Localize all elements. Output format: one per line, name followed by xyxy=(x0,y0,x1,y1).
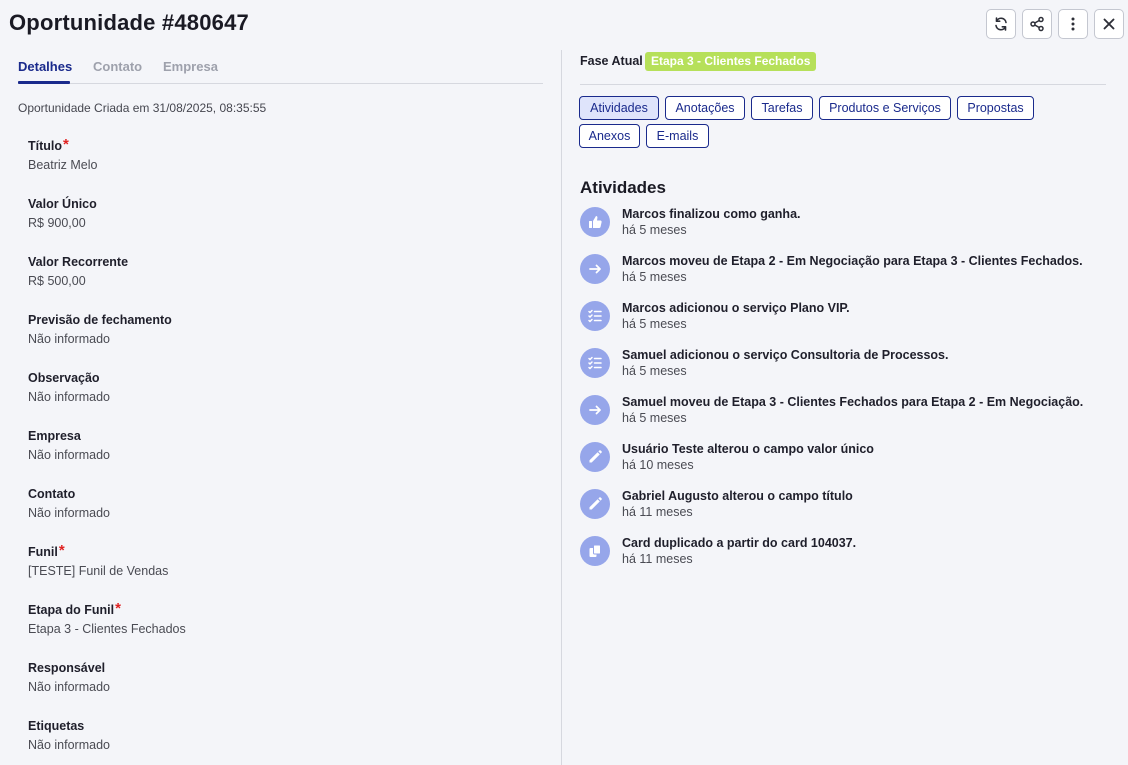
field-empresa: Empresa Não informado xyxy=(28,429,110,462)
required-mark: * xyxy=(58,542,65,559)
tab-propostas[interactable]: Propostas xyxy=(957,96,1034,120)
activity-text: Gabriel Augusto alterou o campo título xyxy=(622,489,853,503)
activity-time: há 5 meses xyxy=(622,223,687,237)
activity-item: Marcos moveu de Etapa 2 - Em Negociação … xyxy=(580,254,1100,290)
required-mark: * xyxy=(115,600,121,617)
field-valor-recorrente: Valor Recorrente R$ 500,00 xyxy=(28,255,128,288)
field-value[interactable]: Etapa 3 - Clientes Fechados xyxy=(28,622,186,636)
phase-divider xyxy=(580,84,1106,85)
activity-text: Marcos finalizou como ganha. xyxy=(622,207,801,221)
header-actions xyxy=(986,9,1124,39)
active-tab-indicator xyxy=(18,81,70,84)
refresh-icon xyxy=(993,16,1009,32)
field-value[interactable]: Não informado xyxy=(28,680,110,694)
field-label: Observação xyxy=(28,371,100,385)
close-icon xyxy=(1101,16,1117,32)
field-value[interactable]: Não informado xyxy=(28,506,110,520)
activity-text: Marcos adicionou o serviço Plano VIP. xyxy=(622,301,850,315)
activity-time: há 11 meses xyxy=(622,552,693,566)
activity-time: há 5 meses xyxy=(622,364,687,378)
phase-badge: Etapa 3 - Clientes Fechados xyxy=(645,52,817,71)
field-responsavel: Responsável Não informado xyxy=(28,661,110,694)
share-button[interactable] xyxy=(1022,9,1052,39)
tab-emails[interactable]: E-mails xyxy=(646,124,709,148)
activity-text: Samuel moveu de Etapa 3 - Clientes Fecha… xyxy=(622,395,1084,409)
activity-text: Usuário Teste alterou o campo valor únic… xyxy=(622,442,874,456)
page-title: Oportunidade #480647 xyxy=(9,10,249,35)
activity-text: Marcos moveu de Etapa 2 - Em Negociação … xyxy=(622,254,1083,268)
activity-item: Usuário Teste alterou o campo valor únic… xyxy=(580,442,1100,478)
phase-label: Fase Atual xyxy=(580,54,643,68)
field-value[interactable]: Não informado xyxy=(28,448,110,462)
pencil-icon xyxy=(580,489,610,519)
checklist-icon xyxy=(580,301,610,331)
tab-anexos[interactable]: Anexos xyxy=(579,124,640,148)
activity-time: há 11 meses xyxy=(622,505,693,519)
refresh-button[interactable] xyxy=(986,9,1016,39)
field-value[interactable]: Beatriz Melo xyxy=(28,158,97,172)
activity-item: Card duplicado a partir do card 104037. … xyxy=(580,536,1100,572)
field-label: Título xyxy=(28,139,63,153)
field-label: Responsável xyxy=(28,661,106,675)
field-label: Empresa xyxy=(28,429,81,443)
field-contato: Contato Não informado xyxy=(28,487,110,520)
activity-time: há 5 meses xyxy=(622,411,687,425)
activities-title: Atividades xyxy=(580,178,666,197)
activity-item: Marcos adicionou o serviço Plano VIP. há… xyxy=(580,301,1100,337)
activity-item: Gabriel Augusto alterou o campo título h… xyxy=(580,489,1100,525)
field-label: Etapa do Funil xyxy=(28,603,115,617)
field-etiquetas: Etiquetas Não informado xyxy=(28,719,110,752)
tab-anotacoes[interactable]: Anotações xyxy=(665,96,745,120)
field-value[interactable]: [TESTE] Funil de Vendas xyxy=(28,564,168,578)
activity-time: há 10 meses xyxy=(622,458,694,472)
field-valor-unico: Valor Único R$ 900,00 xyxy=(28,197,97,230)
share-icon xyxy=(1029,16,1045,32)
field-label: Contato xyxy=(28,487,76,501)
field-etapa-funil: Etapa do Funil * Etapa 3 - Clientes Fecha… xyxy=(28,600,186,636)
created-date: Oportunidade Criada em 31/08/2025, 08:35… xyxy=(18,101,267,115)
field-value[interactable]: Não informado xyxy=(28,332,172,346)
details-panel: Detalhes Contato Empresa Oportunidade Cr… xyxy=(0,50,562,765)
field-label: Valor Recorrente xyxy=(28,255,129,269)
field-label: Previsão de fechamento xyxy=(28,313,172,327)
tab-detalhes[interactable]: Detalhes xyxy=(18,59,72,74)
tab-atividades[interactable]: Atividades xyxy=(579,96,659,120)
arrow-right-icon xyxy=(580,254,610,284)
field-value[interactable]: R$ 900,00 xyxy=(28,216,97,230)
tab-empresa[interactable]: Empresa xyxy=(163,59,218,74)
thumbs-up-icon xyxy=(580,207,610,237)
tab-contato[interactable]: Contato xyxy=(93,59,142,74)
field-value[interactable]: Não informado xyxy=(28,390,110,404)
field-value[interactable]: R$ 500,00 xyxy=(28,274,128,288)
field-label: Etiquetas xyxy=(28,719,85,733)
activity-time: há 5 meses xyxy=(622,317,687,331)
required-mark: * xyxy=(63,136,69,153)
detail-tabs: Detalhes Contato Empresa xyxy=(18,50,543,84)
more-vertical-icon xyxy=(1065,16,1081,32)
pencil-icon xyxy=(580,442,610,472)
more-options-button[interactable] xyxy=(1058,9,1088,39)
field-observacao: Observação Não informado xyxy=(28,371,110,404)
field-value[interactable]: Não informado xyxy=(28,738,110,752)
activity-item: Samuel adicionou o serviço Consultoria d… xyxy=(580,348,1100,384)
field-funil: Funil * [TESTE] Funil de Vendas xyxy=(28,542,168,578)
activity-text: Card duplicado a partir do card 104037. xyxy=(622,536,857,550)
field-label: Valor Único xyxy=(28,197,97,211)
activity-time: há 5 meses xyxy=(622,270,687,284)
column-divider xyxy=(561,50,562,765)
copy-icon xyxy=(580,536,610,566)
field-previsao-fechamento: Previsão de fechamento Não informado xyxy=(28,313,172,346)
arrow-right-icon xyxy=(580,395,610,425)
activity-item: Marcos finalizou como ganha. há 5 meses xyxy=(580,207,1100,243)
close-button[interactable] xyxy=(1094,9,1124,39)
field-label: Funil xyxy=(28,545,58,559)
tab-tarefas[interactable]: Tarefas xyxy=(751,96,813,120)
checklist-icon xyxy=(580,348,610,378)
tab-produtos-servicos[interactable]: Produtos e Serviços xyxy=(819,96,951,120)
activity-text: Samuel adicionou o serviço Consultoria d… xyxy=(622,348,949,362)
activity-item: Samuel moveu de Etapa 3 - Clientes Fecha… xyxy=(580,395,1100,431)
field-titulo: Título * Beatriz Melo xyxy=(28,136,97,172)
